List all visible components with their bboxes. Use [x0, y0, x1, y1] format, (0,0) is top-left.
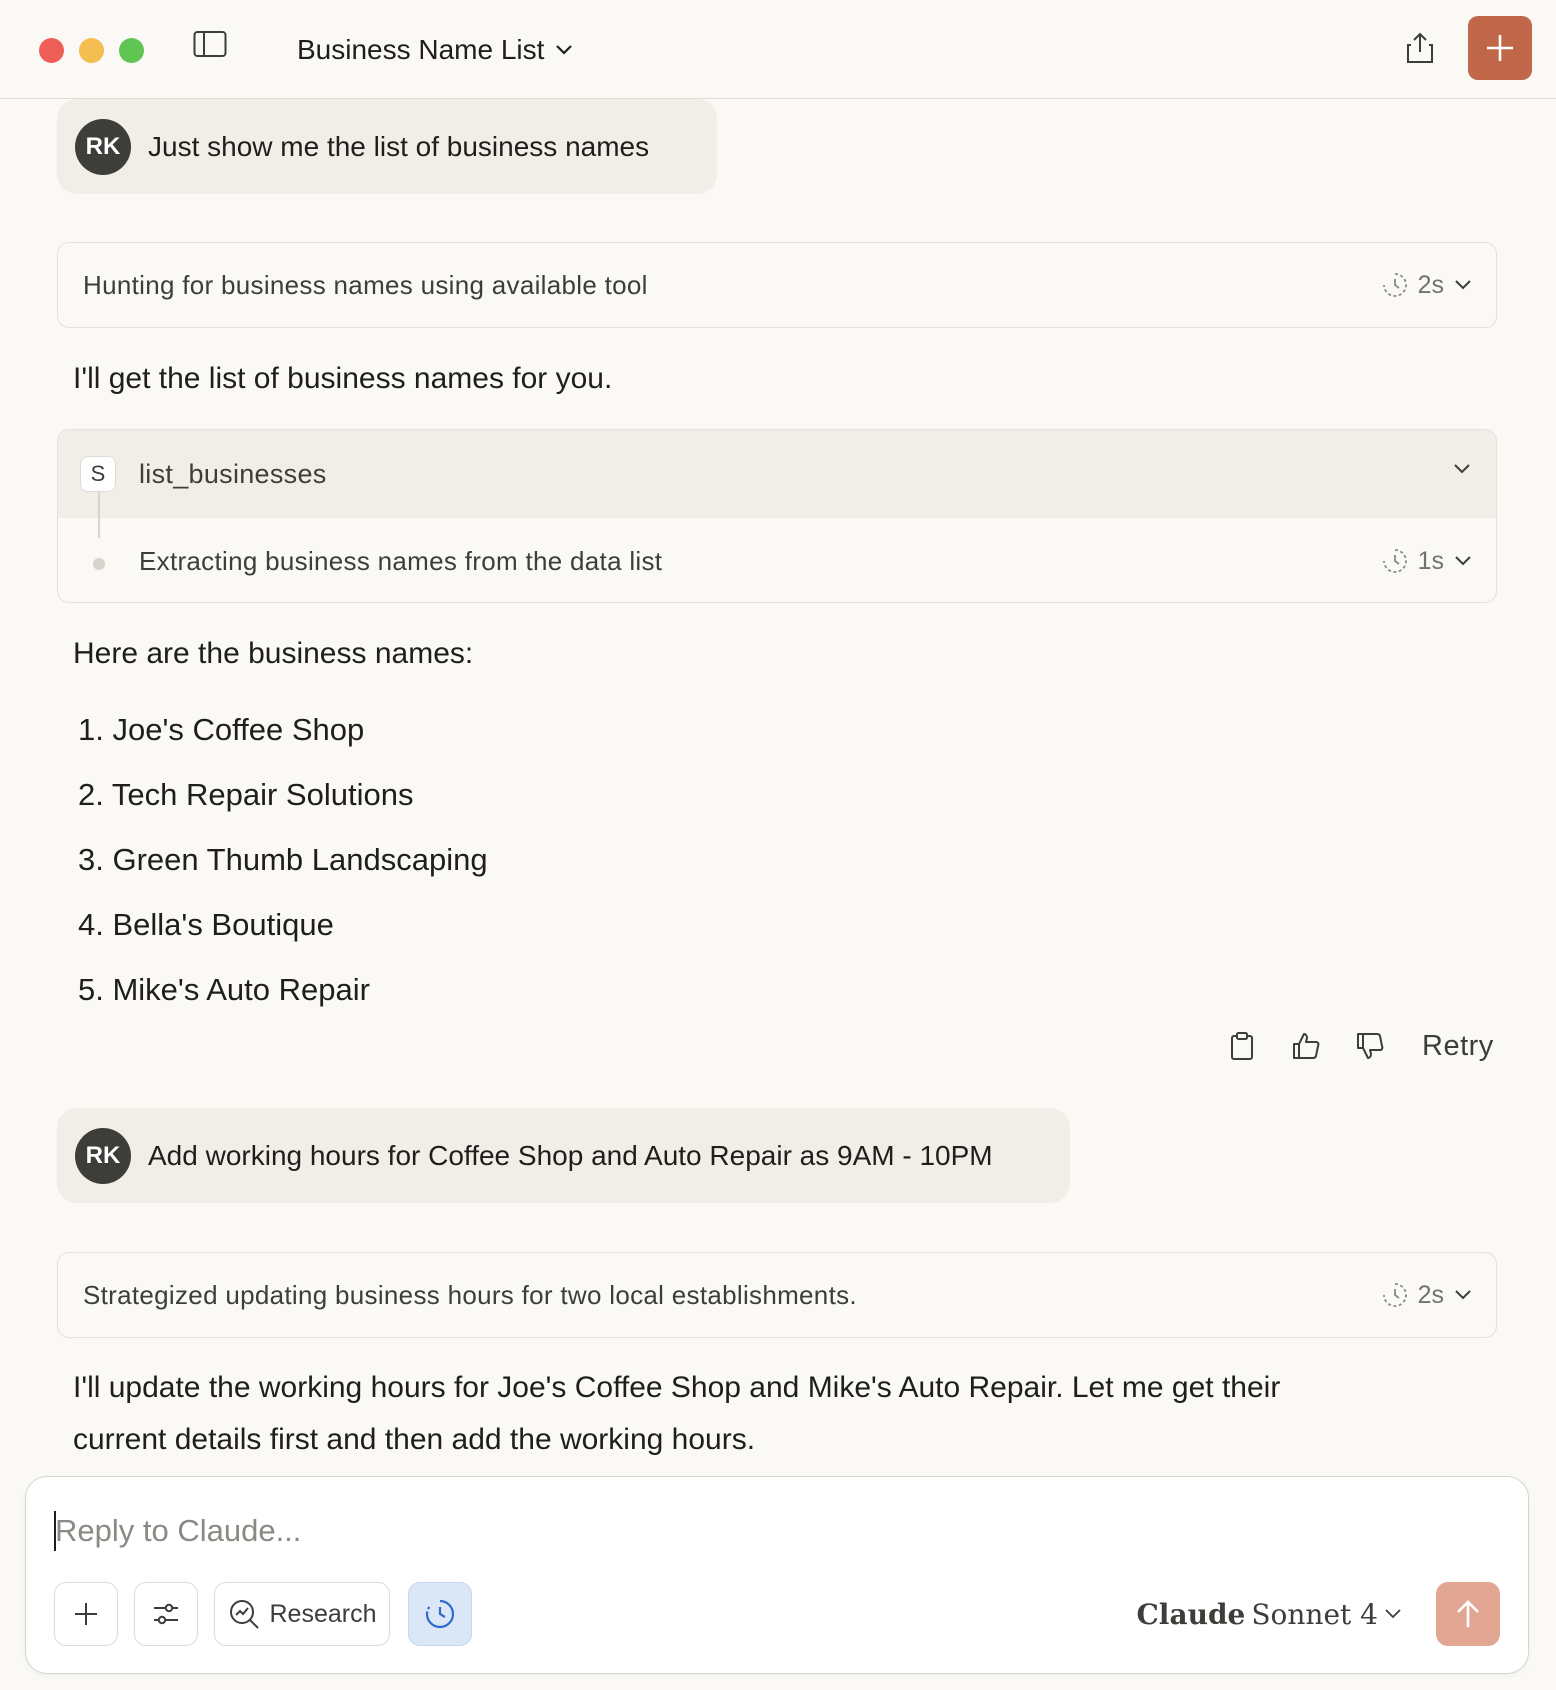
avatar: RK	[75, 1127, 131, 1184]
clock-icon	[425, 1599, 455, 1629]
reply-input[interactable]	[55, 1503, 1255, 1559]
thinking-meta: 2s	[1382, 1253, 1472, 1337]
timer-icon	[1382, 1283, 1407, 1307]
timer-icon	[1382, 273, 1407, 297]
list-item: 2. Tech Repair Solutions	[78, 777, 414, 812]
avatar: RK	[75, 118, 131, 175]
chevron-down-icon	[1455, 280, 1471, 290]
sliders-icon	[154, 1603, 178, 1625]
user-message-text: Just show me the list of business names	[148, 130, 650, 162]
chevron-down-icon	[1455, 1290, 1471, 1300]
assistant-text: I'll get the list of business names for …	[73, 362, 613, 395]
thinking-text: Hunting for business names using availab…	[83, 269, 648, 300]
tool-step-text[interactable]: Extracting business names from the data …	[139, 518, 662, 602]
conversation-title-menu[interactable]: Business Name List	[297, 30, 574, 70]
arrow-up-icon	[1457, 1600, 1479, 1627]
maximize-window-button[interactable]	[119, 38, 144, 63]
close-window-button[interactable]	[39, 38, 64, 63]
tool-call-block: S list_businesses Extracting business na…	[57, 429, 1497, 603]
chevron-down-icon	[1385, 1609, 1401, 1619]
chevron-down-icon	[1452, 462, 1472, 481]
research-button[interactable]: Research	[214, 1582, 390, 1646]
tool-name: list_businesses	[139, 458, 327, 489]
assistant-text: Here are the business names:	[73, 637, 474, 670]
new-chat-button[interactable]	[1468, 16, 1532, 80]
send-button[interactable]	[1436, 1582, 1500, 1646]
assistant-text-line: I'll update the working hours for Joe's …	[73, 1371, 1281, 1404]
chevron-down-icon	[556, 45, 573, 55]
composer: Research Claude Sonnet 4	[25, 1476, 1529, 1674]
user-message-text: Add working hours for Coffee Shop and Au…	[148, 1139, 993, 1171]
tool-call-header[interactable]: S list_businesses	[58, 430, 1496, 518]
thinking-summary[interactable]: Hunting for business names using availab…	[57, 242, 1497, 328]
title-bar: Business Name List	[0, 0, 1556, 99]
thinking-meta: 2s	[1382, 243, 1472, 327]
thinking-duration: 2s	[1417, 1280, 1444, 1309]
list-item: 5. Mike's Auto Repair	[78, 972, 370, 1007]
chevron-down-icon	[1455, 556, 1471, 566]
sidebar-toggle-icon[interactable]	[193, 30, 227, 58]
tool-step-dot	[93, 558, 105, 570]
tool-step-duration: 1s	[1417, 546, 1444, 575]
tool-step-meta[interactable]: 1s	[1382, 518, 1472, 602]
thinking-text: Strategized updating business hours for …	[83, 1279, 857, 1310]
model-family: Claude	[1136, 1597, 1246, 1631]
research-label: Research	[269, 1599, 377, 1628]
add-attachment-button[interactable]	[54, 1582, 118, 1646]
minimize-window-button[interactable]	[79, 38, 104, 63]
business-list: 1. Joe's Coffee Shop 2. Tech Repair Solu…	[78, 697, 488, 1022]
message-actions: Retry	[1210, 1023, 1494, 1069]
copy-icon[interactable]	[1210, 1023, 1274, 1069]
list-item: 4. Bella's Boutique	[78, 907, 334, 942]
plus-icon	[1487, 35, 1513, 61]
list-item: 3. Green Thumb Landscaping	[78, 842, 488, 877]
model-selector[interactable]: Claude Sonnet 4	[1137, 1582, 1402, 1646]
list-item: 1. Joe's Coffee Shop	[78, 712, 365, 747]
thumbs-up-icon[interactable]	[1274, 1023, 1338, 1069]
assistant-text: I'll update the working hours for Joe's …	[73, 1362, 1280, 1466]
retry-button[interactable]: Retry	[1422, 1030, 1494, 1063]
plus-icon	[75, 1603, 97, 1625]
thumbs-down-icon[interactable]	[1338, 1023, 1402, 1069]
assistant-text-line: current details first and then add the w…	[73, 1423, 756, 1456]
share-icon	[1407, 32, 1433, 63]
thinking-duration: 2s	[1417, 270, 1444, 299]
user-message: RK Add working hours for Coffee Shop and…	[57, 1108, 1070, 1203]
user-message: RK Just show me the list of business nam…	[57, 99, 717, 194]
tool-connector-line	[98, 492, 100, 538]
tool-badge: S	[80, 456, 116, 492]
thinking-summary[interactable]: Strategized updating business hours for …	[57, 1252, 1497, 1338]
research-icon	[229, 1600, 259, 1629]
tools-settings-button[interactable]	[134, 1582, 198, 1646]
conversation-title: Business Name List	[297, 34, 545, 65]
extended-thinking-toggle[interactable]	[408, 1582, 472, 1646]
share-button[interactable]	[1400, 28, 1440, 68]
model-name: Sonnet 4	[1251, 1597, 1378, 1631]
timer-icon	[1382, 549, 1407, 573]
